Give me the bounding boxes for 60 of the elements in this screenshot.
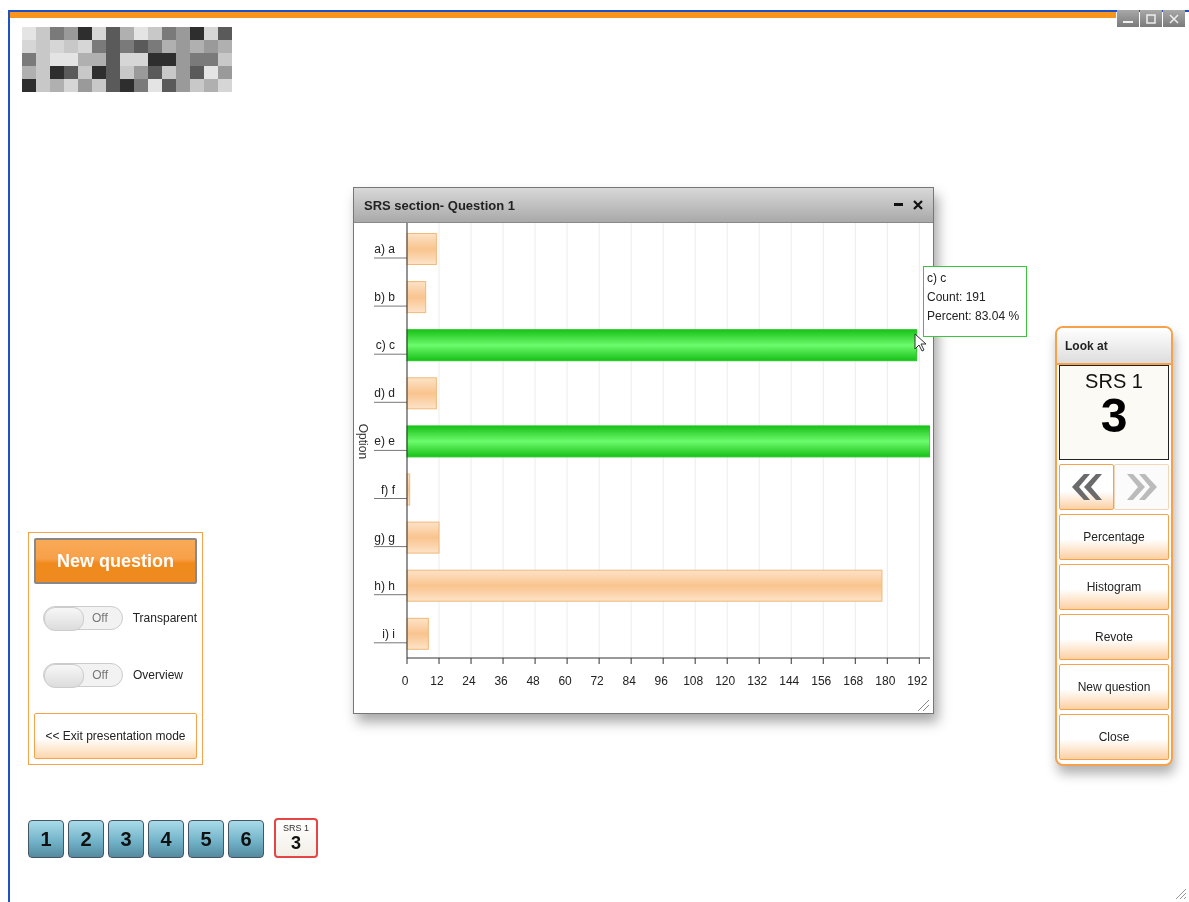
- tick-label: 60: [558, 674, 572, 688]
- panel-button[interactable]: Revote: [1059, 614, 1169, 660]
- double-left-chevron-icon: [1071, 474, 1102, 500]
- tick-label: 96: [654, 674, 668, 688]
- close-icon[interactable]: [913, 200, 923, 210]
- display-title: SRS 1: [1085, 370, 1143, 393]
- question-button[interactable]: 5: [188, 820, 224, 858]
- tick-label: 168: [843, 674, 864, 688]
- question-button[interactable]: 2: [68, 820, 104, 858]
- tick-label: 120: [715, 674, 736, 688]
- exit-presentation-button[interactable]: << Exit presentation mode: [34, 713, 197, 759]
- maximize-icon[interactable]: [1140, 10, 1162, 27]
- option-label: c) c: [375, 338, 395, 353]
- axis-title: Option: [356, 423, 370, 460]
- question-button[interactable]: 4: [148, 820, 184, 858]
- option-label: g) g: [374, 530, 395, 545]
- tick-label: 144: [779, 674, 800, 688]
- minimize-icon[interactable]: [894, 203, 903, 207]
- panel-button[interactable]: Histogram: [1059, 564, 1169, 610]
- toggle-switch[interactable]: Off: [43, 663, 123, 687]
- tick-label: 84: [622, 674, 636, 688]
- resize-grip-icon[interactable]: [917, 699, 930, 712]
- option-label: a) a: [374, 242, 395, 256]
- current-question-tile[interactable]: SRS 1 3: [274, 818, 318, 858]
- tooltip-text: Count: 191: [927, 289, 987, 306]
- toggle-label: Overview: [133, 668, 183, 682]
- tick-label: 36: [494, 674, 508, 688]
- option-label: d) d: [374, 386, 395, 401]
- option-label: e) e: [374, 434, 395, 449]
- tooltip-text: Percent: 83.04 %: [927, 308, 1021, 325]
- toggle-label: Transparent: [132, 611, 197, 625]
- option-label: h) h: [374, 578, 395, 593]
- mouse-cursor-icon: [914, 333, 926, 352]
- resize-grip-icon[interactable]: [1175, 888, 1187, 900]
- tick-label: 108: [683, 674, 704, 688]
- previous-button[interactable]: [1059, 464, 1114, 510]
- panel-button[interactable]: New question: [1059, 664, 1169, 710]
- tick-label: 132: [747, 674, 768, 688]
- toggle-switch[interactable]: Off: [43, 606, 123, 630]
- tooltip-text: c) c: [927, 270, 948, 287]
- question-button[interactable]: 1: [28, 820, 64, 858]
- question-button[interactable]: 3: [108, 820, 144, 858]
- panel-button[interactable]: Percentage: [1059, 514, 1169, 560]
- tick-label: 48: [526, 674, 540, 688]
- window-title: SRS section- Question 1: [364, 197, 516, 213]
- tick-label: 24: [462, 674, 476, 688]
- question-button[interactable]: 6: [228, 820, 264, 858]
- double-right-chevron-icon: [1126, 474, 1157, 500]
- tick-label: 180: [875, 674, 896, 688]
- panel-title: Look at: [1065, 338, 1108, 353]
- tick-label: 156: [811, 674, 832, 688]
- display-number: 3: [1100, 393, 1128, 439]
- tick-label: 12: [430, 674, 444, 688]
- option-label: b) b: [374, 290, 395, 305]
- tick-label: 72: [590, 674, 604, 688]
- panel-button[interactable]: Close: [1059, 714, 1169, 760]
- tick-label: 0: [401, 674, 409, 688]
- option-label: i) i: [382, 626, 395, 641]
- option-label: f) f: [381, 482, 395, 497]
- tick-label: 192: [907, 674, 928, 688]
